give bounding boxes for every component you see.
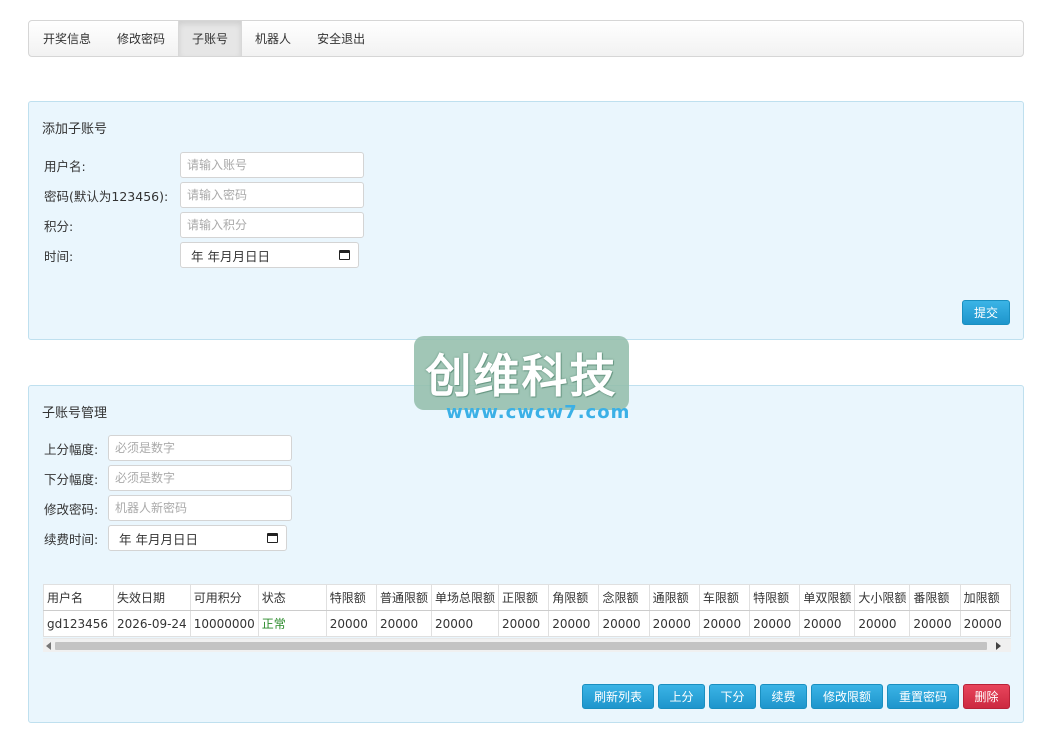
scroll-left-icon[interactable] <box>46 642 51 650</box>
sub-account-table: 用户名 失效日期 可用积分 状态 特限额 普通限额 单场总限额 正限额 角限额 … <box>43 584 1011 637</box>
deduct-points-button[interactable]: 下分 <box>709 684 756 709</box>
cell-limit: 20000 <box>548 610 600 637</box>
down-amount-label: 下分幅度: <box>44 471 99 487</box>
renew-time-label: 续费时间: <box>44 531 99 547</box>
nav-item-change-password[interactable]: 修改密码 <box>104 21 178 56</box>
col-header[interactable]: 状态 <box>257 584 327 611</box>
renew-button[interactable]: 续费 <box>760 684 807 709</box>
col-header[interactable]: 角限额 <box>548 584 600 611</box>
scrollbar-thumb[interactable] <box>55 642 987 650</box>
cell-limit: 20000 <box>749 610 801 637</box>
up-amount-input[interactable] <box>108 435 292 461</box>
col-header[interactable]: 番限额 <box>909 584 961 611</box>
nav-item-logout[interactable]: 安全退出 <box>304 21 378 56</box>
delete-button[interactable]: 删除 <box>963 684 1010 709</box>
col-header[interactable]: 通限额 <box>648 584 700 611</box>
robot-password-label: 修改密码: <box>44 501 99 517</box>
nav-item-lottery-info[interactable]: 开奖信息 <box>30 21 104 56</box>
col-header[interactable]: 正限额 <box>497 584 550 611</box>
cell-status: 正常 <box>257 610 327 637</box>
modify-limit-button[interactable]: 修改限额 <box>811 684 883 709</box>
col-header[interactable]: 可用积分 <box>189 584 259 611</box>
calendar-icon[interactable] <box>339 250 350 260</box>
cell-limit: 20000 <box>698 610 751 637</box>
points-label: 积分: <box>44 218 74 234</box>
username-label: 用户名: <box>44 158 86 174</box>
time-date-input[interactable]: 年 年月月日日 <box>180 242 359 268</box>
col-header[interactable]: 失效日期 <box>112 584 191 611</box>
renew-date-value: 年 年月月日日 <box>119 531 198 547</box>
col-header[interactable]: 大小限额 <box>854 584 911 611</box>
renew-date-input[interactable]: 年 年月月日日 <box>108 525 287 551</box>
points-input[interactable] <box>180 212 364 238</box>
add-points-button[interactable]: 上分 <box>658 684 705 709</box>
cell-username: gd123456 <box>43 610 114 637</box>
up-amount-label: 上分幅度: <box>44 441 99 457</box>
refresh-list-button[interactable]: 刷新列表 <box>582 684 654 709</box>
cell-limit: 20000 <box>648 610 700 637</box>
table-header-row: 用户名 失效日期 可用积分 状态 特限额 普通限额 单场总限额 正限额 角限额 … <box>43 584 1011 611</box>
cell-limit: 20000 <box>325 610 377 637</box>
password-input[interactable] <box>180 182 364 208</box>
cell-limit: 20000 <box>375 610 432 637</box>
reset-password-button[interactable]: 重置密码 <box>887 684 959 709</box>
top-nav: 开奖信息 修改密码 子账号 机器人 安全退出 <box>28 20 1024 57</box>
cell-limit: 20000 <box>497 610 550 637</box>
down-amount-input[interactable] <box>108 465 292 491</box>
col-header[interactable]: 普通限额 <box>375 584 432 611</box>
col-header[interactable]: 车限额 <box>698 584 751 611</box>
cell-expire-date: 2026-09-24 <box>112 610 191 637</box>
cell-limit: 20000 <box>799 610 856 637</box>
add-panel-title: 添加子账号 <box>42 122 108 137</box>
manage-panel-title: 子账号管理 <box>42 406 108 421</box>
scroll-right-icon[interactable] <box>996 642 1001 650</box>
col-header[interactable]: 用户名 <box>43 584 114 611</box>
col-header[interactable]: 特限额 <box>325 584 377 611</box>
username-input[interactable] <box>180 152 364 178</box>
nav-item-robot[interactable]: 机器人 <box>242 21 304 56</box>
cell-limit: 20000 <box>430 610 499 637</box>
horizontal-scrollbar[interactable] <box>43 638 1011 652</box>
cell-limit: 20000 <box>959 610 1011 637</box>
add-sub-account-panel: 添加子账号 用户名: 密码(默认为123456): 积分: 时间: 年 年月月日… <box>28 101 1024 340</box>
cell-limit: 20000 <box>598 610 650 637</box>
nav-item-sub-account[interactable]: 子账号 <box>178 21 243 56</box>
password-label: 密码(默认为123456): <box>44 188 169 204</box>
time-date-value: 年 年月月日日 <box>191 248 270 264</box>
col-header[interactable]: 单双限额 <box>799 584 856 611</box>
cell-limit: 20000 <box>909 610 961 637</box>
time-label: 时间: <box>44 248 74 264</box>
robot-password-input[interactable] <box>108 495 292 521</box>
col-header[interactable]: 特限额 <box>749 584 801 611</box>
table-row[interactable]: gd123456 2026-09-24 10000000 正常 20000 20… <box>43 610 1011 637</box>
col-header[interactable]: 念限额 <box>598 584 650 611</box>
col-header[interactable]: 单场总限额 <box>430 584 499 611</box>
submit-button[interactable]: 提交 <box>962 300 1010 325</box>
cell-points: 10000000 <box>189 610 259 637</box>
manage-sub-account-panel: 子账号管理 上分幅度: 下分幅度: 修改密码: 续费时间: 年 年月月日日 <box>28 385 1024 723</box>
col-header[interactable]: 加限额 <box>959 584 1011 611</box>
sub-account-table-container: 用户名 失效日期 可用积分 状态 特限额 普通限额 单场总限额 正限额 角限额 … <box>43 584 1011 652</box>
calendar-icon[interactable] <box>267 533 278 543</box>
cell-limit: 20000 <box>854 610 911 637</box>
